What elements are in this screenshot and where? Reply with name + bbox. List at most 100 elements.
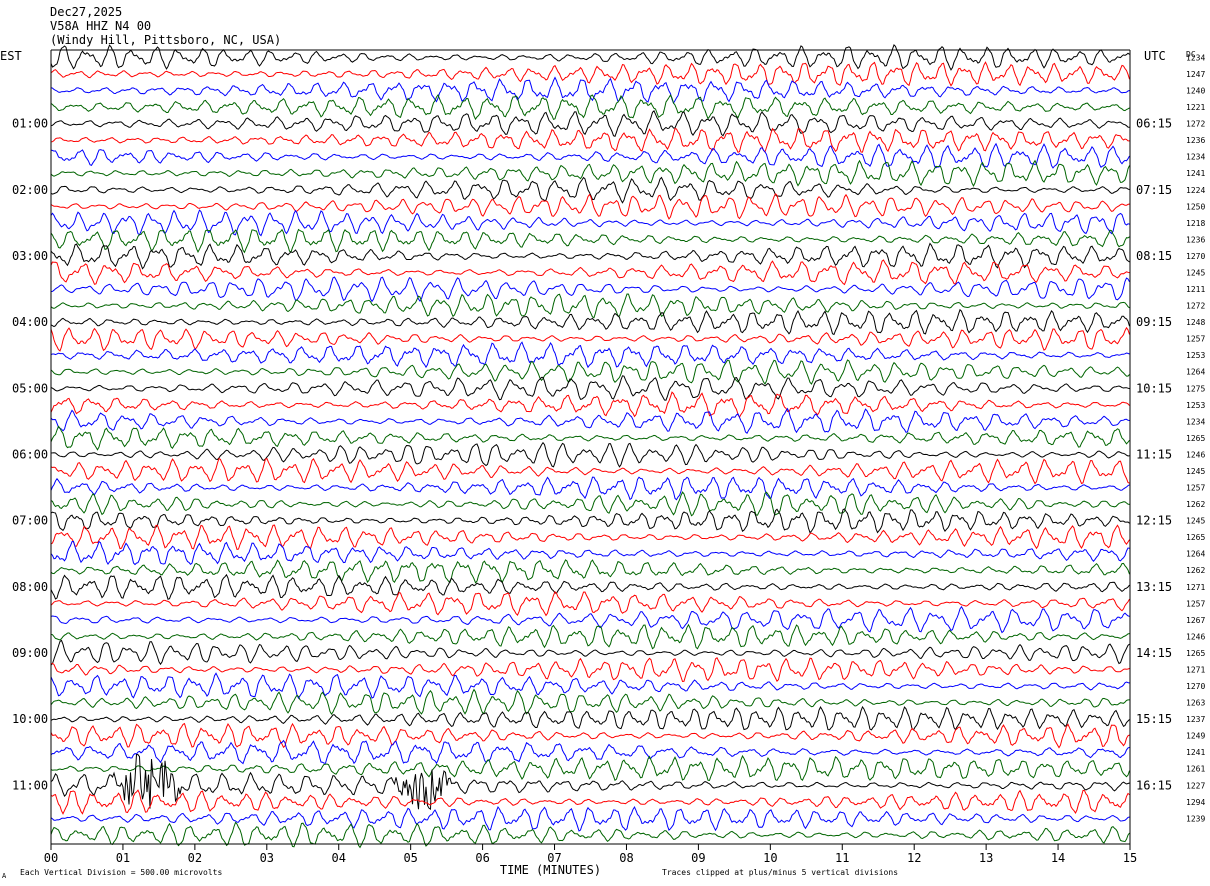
dc-offset-value: 1271 bbox=[1186, 583, 1205, 592]
x-tick-label: 00 bbox=[44, 851, 58, 865]
utc-hour-label: 11:15 bbox=[1136, 447, 1172, 461]
seismic-trace bbox=[50, 573, 1130, 600]
dc-offset-value: 1271 bbox=[1186, 665, 1205, 674]
seismic-trace bbox=[50, 293, 1130, 319]
utc-hour-label: 09:15 bbox=[1136, 315, 1172, 329]
dc-offset-value: 1224 bbox=[1186, 186, 1205, 195]
dc-offset-value: 1248 bbox=[1186, 318, 1205, 327]
seismic-trace bbox=[50, 308, 1130, 336]
dc-offset-value: 1245 bbox=[1186, 517, 1205, 526]
dc-offset-value: 1237 bbox=[1186, 715, 1205, 724]
corner-mark: A bbox=[2, 872, 7, 880]
x-tick-label: 11 bbox=[835, 851, 849, 865]
dc-offset-value: 1218 bbox=[1186, 219, 1205, 228]
dc-offset-value: 1245 bbox=[1186, 268, 1205, 277]
dc-offset-value: 1240 bbox=[1186, 87, 1205, 96]
utc-hour-label: 13:15 bbox=[1136, 580, 1172, 594]
est-hour-label: 09:00 bbox=[12, 646, 48, 660]
dc-offset-value: 1272 bbox=[1186, 120, 1205, 129]
dc-offset-value: 1264 bbox=[1186, 550, 1205, 559]
seismic-trace bbox=[50, 605, 1130, 634]
x-tick-label: 09 bbox=[691, 851, 705, 865]
x-tick-label: 10 bbox=[763, 851, 777, 865]
seismic-trace bbox=[50, 209, 1130, 237]
seismic-trace bbox=[50, 491, 1130, 517]
est-hour-label: 06:00 bbox=[12, 447, 48, 461]
seismic-trace bbox=[50, 508, 1130, 534]
est-hour-label: 05:00 bbox=[12, 381, 48, 395]
seismic-trace bbox=[50, 688, 1130, 716]
seismic-trace bbox=[50, 559, 1130, 584]
dc-offset-value: 1272 bbox=[1186, 302, 1205, 311]
utc-hour-label: 07:15 bbox=[1136, 183, 1172, 197]
dc-offset-value: 1265 bbox=[1186, 649, 1205, 658]
dc-offset-value: 1234 bbox=[1186, 53, 1205, 62]
dc-offset-value: 1257 bbox=[1186, 484, 1205, 493]
x-tick-label: 05 bbox=[403, 851, 417, 865]
seismic-trace bbox=[50, 590, 1130, 617]
seismic-trace bbox=[50, 805, 1130, 832]
dc-offset-value: 1257 bbox=[1186, 599, 1205, 608]
est-hour-label: 04:00 bbox=[12, 315, 48, 329]
dc-offset-value: 1227 bbox=[1186, 781, 1205, 790]
dc-offset-value: 1241 bbox=[1186, 169, 1205, 178]
dc-offset-value: 1221 bbox=[1186, 103, 1205, 112]
dc-offset-value: 1211 bbox=[1186, 285, 1205, 294]
x-tick-label: 13 bbox=[979, 851, 993, 865]
x-tick-label: 14 bbox=[1051, 851, 1065, 865]
dc-offset-value: 1234 bbox=[1186, 417, 1205, 426]
seismic-trace bbox=[50, 753, 1130, 810]
dc-offset-value: 1261 bbox=[1186, 765, 1205, 774]
seismic-trace bbox=[50, 242, 1130, 270]
est-hour-label: 08:00 bbox=[12, 580, 48, 594]
est-hour-label: 11:00 bbox=[12, 778, 48, 792]
dc-offset-value: 1265 bbox=[1186, 533, 1205, 542]
seismic-trace bbox=[50, 391, 1130, 419]
seismic-trace bbox=[50, 722, 1130, 749]
seismic-trace bbox=[50, 341, 1130, 369]
seismic-trace bbox=[50, 93, 1130, 121]
utc-hour-label: 16:15 bbox=[1136, 778, 1172, 792]
dc-offset-value: 1250 bbox=[1186, 202, 1205, 211]
seismic-trace bbox=[50, 524, 1130, 550]
seismic-trace bbox=[50, 457, 1130, 485]
x-tick-label: 04 bbox=[332, 851, 346, 865]
seismic-trace bbox=[50, 754, 1130, 782]
x-tick-label: 02 bbox=[188, 851, 202, 865]
seismic-trace bbox=[50, 657, 1130, 683]
seismic-trace bbox=[50, 127, 1130, 153]
x-tick-label: 06 bbox=[475, 851, 489, 865]
seismic-trace bbox=[50, 159, 1130, 187]
seismic-trace bbox=[50, 43, 1130, 71]
x-axis-title: TIME (MINUTES) bbox=[500, 863, 601, 877]
dc-offset-value: 1241 bbox=[1186, 748, 1205, 757]
est-hour-label: 07:00 bbox=[12, 514, 48, 528]
seismic-trace bbox=[50, 407, 1130, 434]
dc-offset-value: 1239 bbox=[1186, 814, 1205, 823]
dc-offset-value: 1245 bbox=[1186, 467, 1205, 476]
est-hour-label: 01:00 bbox=[12, 117, 48, 131]
right-axis-title: UTC bbox=[1144, 49, 1166, 63]
seismic-trace bbox=[50, 259, 1130, 286]
division-note: Each Vertical Division = 500.00 microvol… bbox=[20, 868, 222, 877]
dc-offset-value: 1247 bbox=[1186, 70, 1205, 79]
seismic-trace bbox=[50, 359, 1130, 385]
seismic-trace bbox=[50, 476, 1130, 501]
seismic-trace bbox=[50, 705, 1130, 731]
est-hour-label: 10:00 bbox=[12, 712, 48, 726]
utc-hour-label: 15:15 bbox=[1136, 712, 1172, 726]
clip-note: Traces clipped at plus/minus 5 vertical … bbox=[662, 868, 898, 877]
dc-offset-value: 1246 bbox=[1186, 632, 1205, 641]
trace-layer bbox=[50, 43, 1130, 849]
dc-offset-value: 1236 bbox=[1186, 235, 1205, 244]
dc-offset-value: 1246 bbox=[1186, 450, 1205, 459]
utc-hour-label: 14:15 bbox=[1136, 646, 1172, 660]
utc-hour-label: 08:15 bbox=[1136, 249, 1172, 263]
dc-offset-value: 1249 bbox=[1186, 732, 1205, 741]
left-axis-title: EST bbox=[0, 49, 22, 63]
dc-offset-value: 1262 bbox=[1186, 500, 1205, 509]
dc-offset-value: 1253 bbox=[1186, 401, 1205, 410]
x-tick-label: 03 bbox=[260, 851, 274, 865]
seismic-trace bbox=[50, 623, 1130, 650]
x-tick-label: 08 bbox=[619, 851, 633, 865]
